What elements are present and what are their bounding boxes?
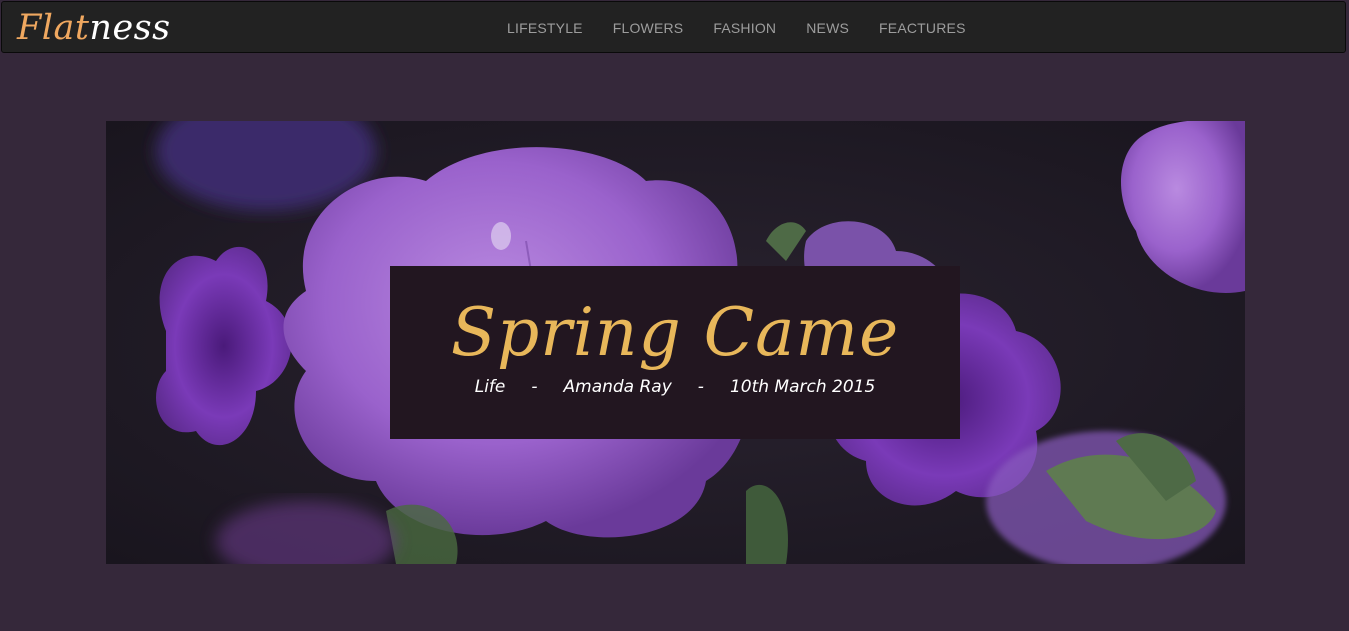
- brand-logo-part1: Flat: [17, 8, 90, 48]
- nav-item-fashion[interactable]: FASHION: [698, 20, 791, 36]
- nav-item-feactures[interactable]: FEACTURES: [864, 20, 981, 36]
- meta-separator: -: [531, 377, 538, 397]
- post-category[interactable]: Life: [475, 376, 506, 398]
- nav-item-flowers[interactable]: FLOWERS: [598, 20, 699, 36]
- nav-item-news[interactable]: NEWS: [791, 20, 864, 36]
- nav-item-lifestyle[interactable]: LIFESTYLE: [492, 20, 598, 36]
- brand-logo-part2: ness: [89, 8, 171, 48]
- post-date: 10th March 2015: [729, 377, 876, 397]
- main-nav: LIFESTYLE FLOWERS FASHION NEWS FEACTURES: [492, 2, 981, 54]
- brand-logo[interactable]: Flatness: [17, 6, 171, 50]
- meta-separator: -: [697, 377, 704, 397]
- post-title[interactable]: Spring Came: [390, 288, 960, 378]
- post-meta: Life - Amanda Ray - 10th March 2015: [390, 376, 960, 398]
- hero-banner[interactable]: Spring Came Life - Amanda Ray - 10th Mar…: [106, 121, 1245, 564]
- navbar: Flatness LIFESTYLE FLOWERS FASHION NEWS …: [1, 1, 1346, 53]
- post-author[interactable]: Amanda Ray: [564, 376, 672, 398]
- hero-caption: Spring Came Life - Amanda Ray - 10th Mar…: [390, 266, 960, 439]
